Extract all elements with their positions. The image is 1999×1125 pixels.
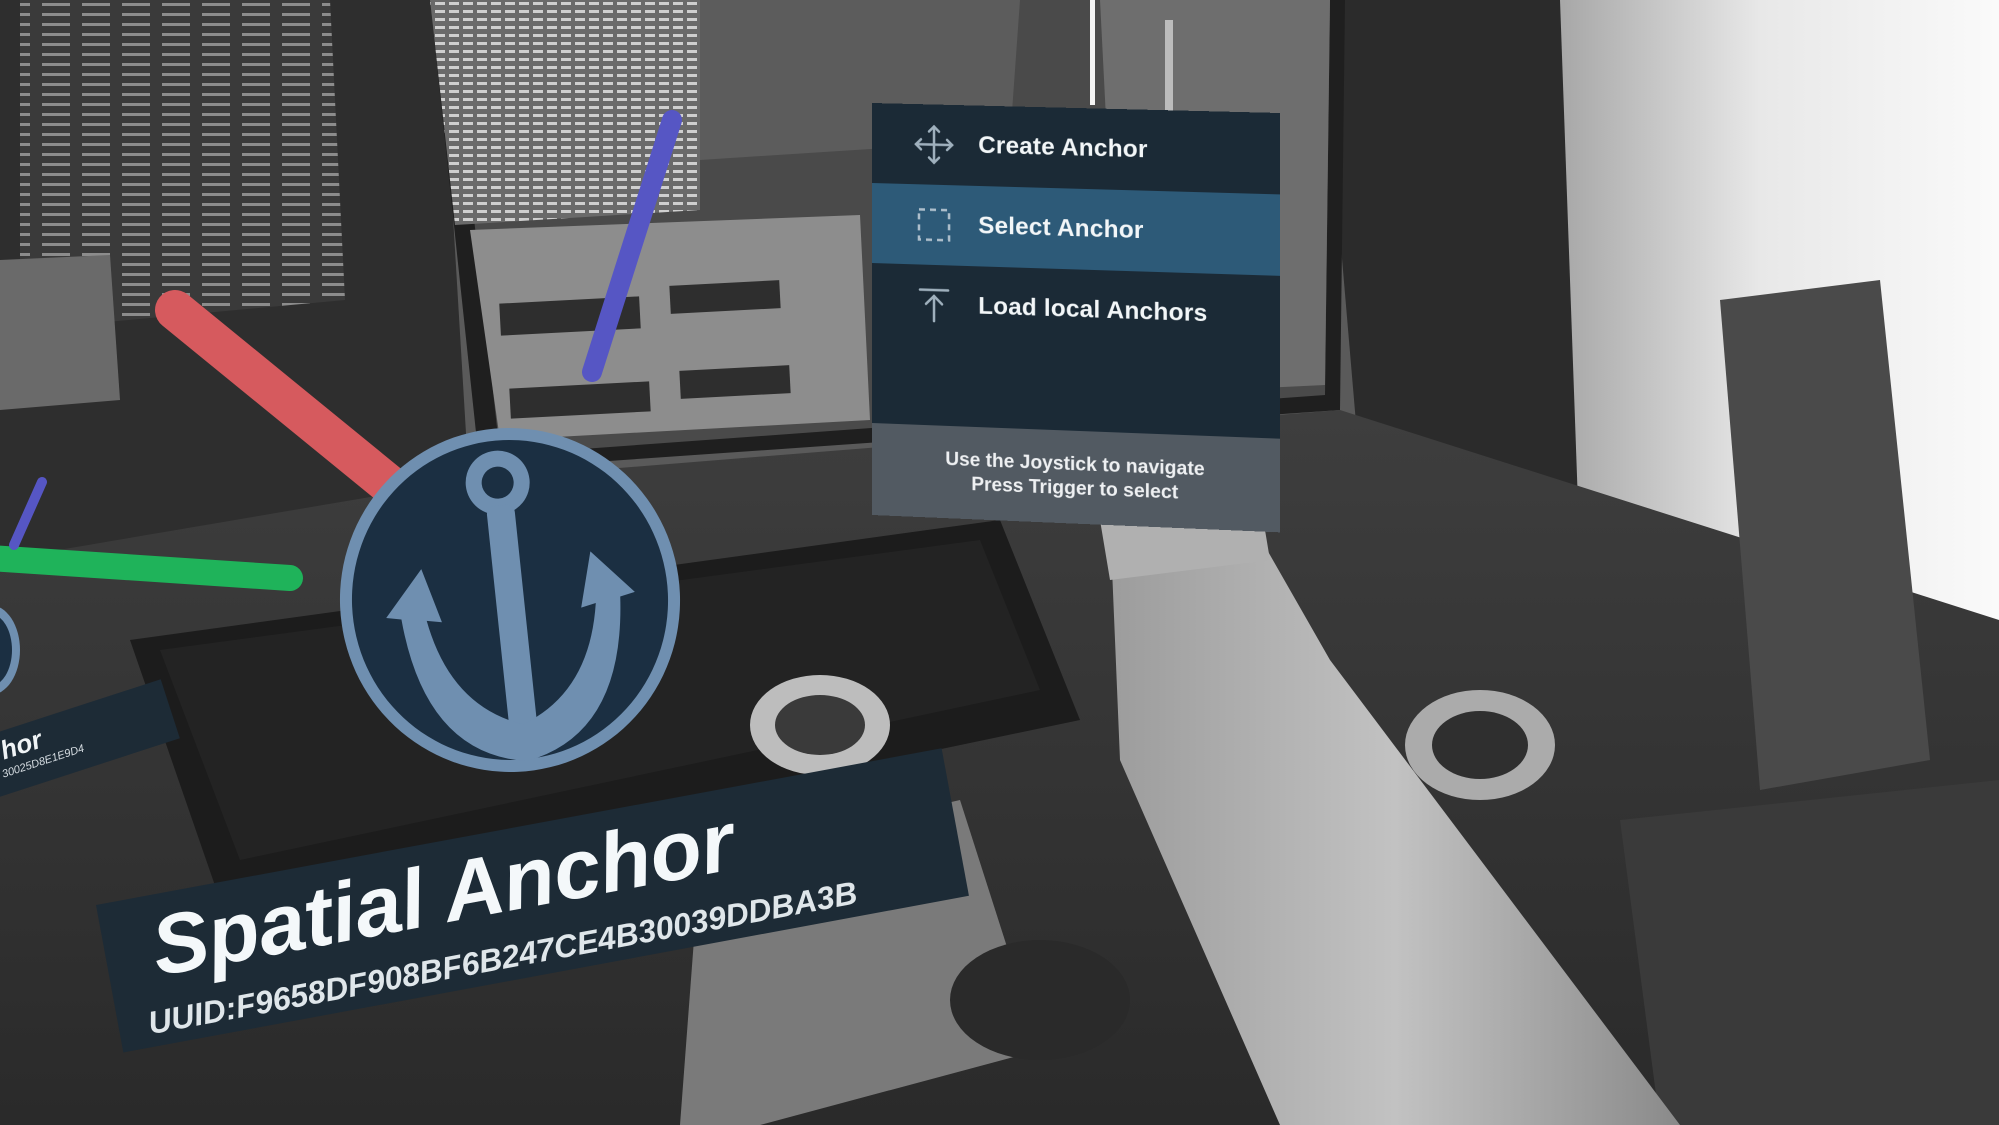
move-icon [910, 120, 958, 169]
upload-icon [910, 280, 958, 330]
anchor-menu-panel: Create Anchor Select Anchor Load local A… [872, 103, 1281, 533]
menu-body: Create Anchor Select Anchor Load local A… [872, 103, 1281, 439]
menu-item-label: Load local Anchors [978, 292, 1208, 328]
menu-help-footer: Use the Joystick to navigate Press Trigg… [872, 423, 1281, 533]
menu-item-label: Create Anchor [978, 131, 1148, 164]
select-icon [910, 200, 958, 250]
menu-item-load-local-anchors[interactable]: Load local Anchors [872, 263, 1280, 357]
menu-item-select-anchor[interactable]: Select Anchor [872, 183, 1281, 276]
menu-item-create-anchor[interactable]: Create Anchor [872, 103, 1280, 194]
passthrough-scene: hor 30025D8E1E9D4 Spatial Anchor UUID:F9… [0, 0, 1999, 1125]
menu-item-label: Select Anchor [978, 212, 1144, 245]
